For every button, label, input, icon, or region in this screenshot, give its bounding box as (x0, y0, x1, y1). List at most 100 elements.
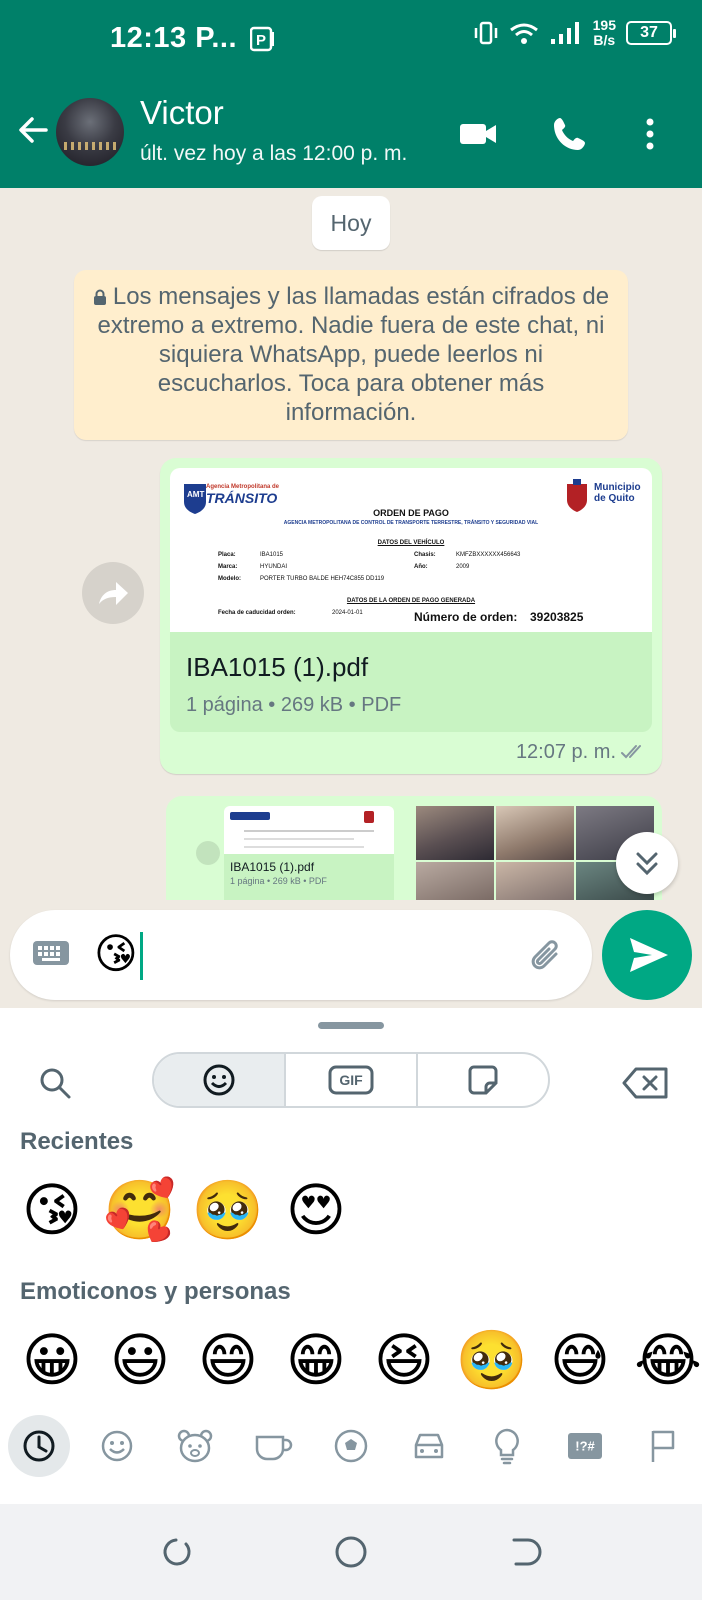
message-input[interactable]: 😘 (94, 928, 138, 980)
voice-call-icon[interactable] (548, 112, 592, 156)
tab-gif[interactable]: GIF (286, 1054, 418, 1106)
municipio-label: Municipio de Quito (594, 482, 641, 504)
recents-nav-icon[interactable] (156, 1532, 196, 1572)
lightbulb-icon (495, 1428, 519, 1465)
album-photo[interactable] (416, 806, 494, 860)
document-info[interactable]: IBA1015 (1).pdf 1 página • 269 kB • PDF (170, 632, 652, 732)
encryption-notice[interactable]: Los mensajes y las llamadas están cifrad… (74, 270, 628, 440)
emoji-item[interactable]: 🥰 (96, 1172, 184, 1248)
emoji-item[interactable]: 😅 (536, 1322, 624, 1398)
chat-area[interactable]: Hoy Los mensajes y las llamadas están ci… (0, 188, 702, 900)
album-photo[interactable] (416, 862, 494, 900)
anio-label: Año: (414, 564, 428, 570)
tab-stickers[interactable] (418, 1054, 548, 1106)
svg-text:AMT: AMT (187, 490, 204, 499)
sticker-icon (468, 1065, 498, 1095)
album-photo[interactable] (496, 862, 574, 900)
more-options-icon[interactable] (628, 112, 672, 156)
document-file-meta: 1 página • 269 kB • PDF (186, 694, 402, 716)
message-time: 12:07 p. m. (515, 741, 616, 763)
home-nav-icon[interactable] (331, 1532, 371, 1572)
emoji-item[interactable]: 😃 (96, 1322, 184, 1398)
order-section-title: DATOS DE LA ORDEN DE PAGO GENERADA (346, 598, 476, 604)
second-message[interactable]: IBA1015 (1).pdf 1 página • 269 kB • PDF (166, 796, 662, 900)
category-activities[interactable] (320, 1415, 382, 1477)
message-composer[interactable]: 😘 (10, 910, 592, 1000)
back-nav-icon[interactable] (506, 1532, 546, 1572)
smiley-icon (203, 1064, 235, 1096)
chasis-label: Chasis: (414, 552, 436, 558)
category-smileys[interactable] (86, 1415, 148, 1477)
recent-section-title: Recientes (20, 1128, 134, 1155)
emoji-item[interactable]: 😄 (184, 1322, 272, 1398)
people-emoji-row: 😀 😃 😄 😁 😆 🥹 😅 😂 (8, 1322, 702, 1398)
panel-drag-handle[interactable] (318, 1022, 384, 1029)
category-objects[interactable] (476, 1415, 538, 1477)
placa-label: Placa: (218, 552, 236, 558)
text-cursor (140, 932, 143, 980)
emoji-item[interactable]: 🥹 (448, 1322, 536, 1398)
double-check-icon (621, 745, 641, 759)
order-number-value: 39203825 (530, 610, 584, 624)
contact-avatar[interactable] (56, 98, 124, 166)
anio-value: 2009 (456, 564, 470, 570)
system-nav-bar (0, 1504, 702, 1600)
emoji-item[interactable]: 🥹 (184, 1172, 272, 1248)
emoji-item[interactable]: 😀 (8, 1322, 96, 1398)
category-food[interactable] (242, 1415, 304, 1477)
send-button[interactable] (602, 910, 692, 1000)
network-speed: 195 B/s (593, 18, 616, 48)
expiry-label: Fecha de caducidad orden: (218, 610, 296, 616)
emoji-item[interactable]: 😁 (272, 1322, 360, 1398)
battery-indicator: 37 (626, 21, 676, 45)
vibrate-icon (474, 21, 497, 45)
forward-button[interactable] (82, 562, 144, 624)
symbols-label: !?# (575, 1438, 595, 1454)
placa-value: IBA1015 (260, 552, 284, 558)
network-speed-unit: B/s (593, 32, 616, 48)
municipio-crest-icon (567, 479, 587, 512)
network-speed-value: 195 (592, 17, 616, 33)
forward-button-small[interactable] (196, 841, 220, 865)
mini-file-meta: 1 página • 269 kB • PDF (230, 876, 327, 886)
document-file-name: IBA1015 (1).pdf (186, 652, 369, 682)
keyboard-icon[interactable] (32, 938, 70, 970)
back-arrow-icon[interactable] (14, 110, 54, 150)
document-preview[interactable]: AMT Agencia Metropolitana de TRÁNSITO Mu… (170, 468, 652, 632)
category-animals[interactable] (164, 1415, 226, 1477)
flag-icon (651, 1430, 675, 1462)
document-message[interactable]: AMT Agencia Metropolitana de TRÁNSITO Mu… (160, 458, 662, 774)
category-travel[interactable] (398, 1415, 460, 1477)
search-icon[interactable] (36, 1064, 74, 1102)
scroll-to-bottom-button[interactable] (616, 832, 678, 894)
album-photo[interactable] (496, 806, 574, 860)
video-call-icon[interactable] (456, 112, 500, 156)
status-bar: 12:13 P... P 195 B/s 37 (0, 0, 702, 80)
wifi-icon (509, 23, 538, 44)
bear-icon (177, 1429, 213, 1463)
category-flags[interactable] (632, 1415, 694, 1477)
agency-name: TRÁNSITO (206, 490, 278, 506)
emoji-item[interactable]: 😘 (8, 1172, 96, 1248)
tab-emoji[interactable] (154, 1054, 286, 1106)
svg-text:P: P (256, 32, 266, 49)
last-seen-status: últ. vez hoy a las 12:00 p. m. (140, 142, 408, 165)
modelo-value: PORTER TURBO BALDE HEH74C855 DD119 (260, 576, 385, 582)
emoji-item[interactable]: 😆 (360, 1322, 448, 1398)
category-symbols[interactable]: !?# (554, 1415, 616, 1477)
order-number-label: Número de orden: (414, 610, 518, 624)
modelo-label: Modelo: (218, 576, 241, 582)
doc-title: ORDEN DE PAGO (373, 508, 449, 518)
emoji-item[interactable]: 😂 (624, 1322, 702, 1398)
attach-icon[interactable] (528, 934, 568, 978)
chasis-value: KMFZBXXXXXX456643 (456, 552, 521, 558)
people-section-title: Emoticonos y personas (20, 1278, 291, 1305)
double-chevron-down-icon (636, 852, 658, 876)
doc-subtitle: AGENCIA METROPOLITANA DE CONTROL DE TRAN… (283, 520, 539, 526)
category-recent[interactable] (8, 1415, 70, 1477)
backspace-icon[interactable] (622, 1066, 670, 1100)
date-separator: Hoy (312, 196, 390, 250)
contact-name[interactable]: Victor (140, 94, 224, 132)
emoji-item[interactable]: 😍 (272, 1172, 360, 1248)
marca-label: Marca: (218, 564, 238, 570)
